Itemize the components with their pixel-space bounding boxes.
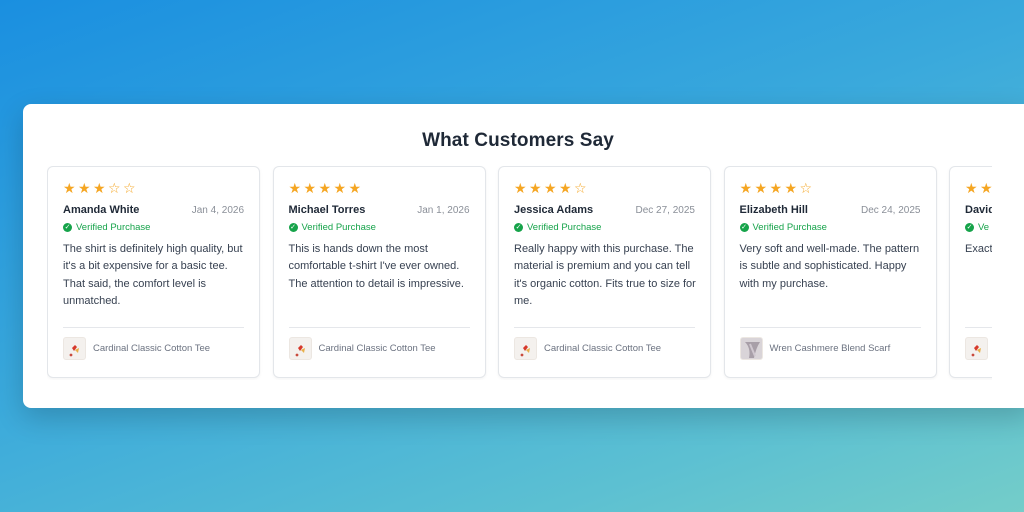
divider xyxy=(965,327,992,328)
star-rating: ★ ★ ★ ★ ☆ xyxy=(740,181,813,195)
star-filled-icon: ★ xyxy=(63,180,76,196)
star-empty-icon: ☆ xyxy=(799,180,813,196)
verified-label: Verified Purchase xyxy=(301,222,376,233)
star-rating: ★★☆☆☆ xyxy=(965,181,992,195)
star-filled-icon: ★ xyxy=(559,180,572,196)
star-filled-icon: ★ xyxy=(965,180,978,196)
star-filled-icon: ★ xyxy=(529,180,542,196)
check-circle-icon: ✓ xyxy=(739,223,749,232)
star-filled-icon: ★ xyxy=(544,180,557,196)
verified-label: Verified Purchase xyxy=(527,222,602,233)
review-text: Very soft and well-made. The pattern is … xyxy=(739,243,920,290)
reviews-carousel[interactable]: ★ ★ ★ ☆ ☆ Amanda White Jan 4, 2026 ✓ Verified Pu… xyxy=(47,166,992,380)
product-link[interactable]: Cardinal Classic Cotton Tee xyxy=(514,337,661,360)
check-circle-icon: ✓ xyxy=(288,223,298,232)
product-name: Wren Cashmere Blend Scarf xyxy=(769,343,891,354)
reviewer-name: Jessica Adams xyxy=(514,204,594,216)
star-filled-icon: ★ xyxy=(348,180,362,196)
section-title: What Customers Say xyxy=(422,130,614,151)
product-link[interactable] xyxy=(965,337,992,360)
star-rating: ★ ★ ★ ☆ ☆ xyxy=(63,181,136,195)
star-filled-icon: ★ xyxy=(78,180,91,196)
product-name: Cardinal Classic Cotton Tee xyxy=(93,343,211,354)
star-empty-icon: ☆ xyxy=(574,180,587,196)
verified-badge: ✓ Verified Purchase xyxy=(739,222,827,233)
review-card: ★ ★ ★ ☆ ☆ Amanda White Jan 4, 2026 ✓ Verified Pu… xyxy=(47,166,260,378)
divider xyxy=(514,327,695,328)
verified-label: Ve xyxy=(978,222,990,233)
product-link[interactable]: Wren Cashmere Blend Scarf xyxy=(739,337,891,360)
wren-scarf-thumbnail xyxy=(739,337,763,360)
star-filled-icon: ★ xyxy=(288,180,302,196)
reviewer-name: Michael Torres xyxy=(288,204,366,216)
star-rating: ★ ★ ★ ★ ★ xyxy=(289,181,362,195)
star-filled-icon: ★ xyxy=(980,180,992,196)
star-empty-icon: ☆ xyxy=(108,180,121,196)
review-card: ★ ★ ★ ★ ☆ Elizabeth Hill Dec 24, 2025 ✓ Verified… xyxy=(723,166,937,378)
review-text: This is hands down the most comfortable … xyxy=(288,243,464,290)
review-date: Dec 27, 2025 xyxy=(635,205,696,216)
verified-badge: ✓ Verified Purchase xyxy=(288,222,376,233)
check-circle-icon: ✓ xyxy=(514,223,523,232)
star-filled-icon: ★ xyxy=(769,180,783,196)
reviews-panel: What Customers Say ★ ★ ★ ☆ ☆ Amanda White Jan … xyxy=(23,104,1024,408)
verified-badge: ✓ Verified Purchase xyxy=(63,222,150,233)
reviewer-name: David xyxy=(965,204,992,216)
star-filled-icon: ★ xyxy=(333,180,347,196)
reviewer-name: Amanda White xyxy=(63,204,140,216)
star-filled-icon: ★ xyxy=(514,180,527,196)
review-text: The shirt is definitely high quality, bu… xyxy=(63,243,243,307)
star-empty-icon: ☆ xyxy=(123,180,136,196)
cardinal-tee-thumbnail xyxy=(288,337,312,360)
cardinal-tee-thumbnail xyxy=(965,337,988,360)
product-link[interactable]: Cardinal Classic Cotton Tee xyxy=(288,337,436,360)
review-card: ★★☆☆☆ David ✓ Ve Exact Comf desig Alrea xyxy=(949,166,992,378)
star-filled-icon: ★ xyxy=(93,180,106,196)
divider xyxy=(739,327,921,328)
review-card: ★ ★ ★ ★ ★ Michael Torres Jan 1, 2026 ✓ Verified … xyxy=(272,166,486,378)
review-card: ★ ★ ★ ★ ☆ Jessica Adams Dec 27, 2025 ✓ Verified … xyxy=(498,166,711,378)
review-text: Really happy with this purchase. The mat… xyxy=(514,243,696,307)
divider xyxy=(63,327,244,328)
product-name: Cardinal Classic Cotton Tee xyxy=(544,343,662,354)
star-filled-icon: ★ xyxy=(739,180,753,196)
reviews-track: ★ ★ ★ ☆ ☆ Amanda White Jan 4, 2026 ✓ Verified Pu… xyxy=(47,166,992,380)
check-circle-icon: ✓ xyxy=(63,223,72,232)
cardinal-tee-thumbnail xyxy=(63,337,86,360)
verified-label: Verified Purchase xyxy=(76,222,151,233)
star-rating: ★ ★ ★ ★ ☆ xyxy=(514,181,587,195)
star-filled-icon: ★ xyxy=(754,180,768,196)
review-text: Exact Comf desig Alrea xyxy=(965,243,992,255)
review-date: Dec 24, 2025 xyxy=(861,205,921,216)
product-link[interactable]: Cardinal Classic Cotton Tee xyxy=(63,337,210,360)
reviewer-name: Elizabeth Hill xyxy=(739,204,808,216)
verified-label: Verified Purchase xyxy=(752,222,827,233)
check-circle-icon: ✓ xyxy=(965,223,974,232)
review-date: Jan 1, 2026 xyxy=(417,205,470,216)
review-date: Jan 4, 2026 xyxy=(191,205,244,216)
star-filled-icon: ★ xyxy=(303,180,317,196)
star-filled-icon: ★ xyxy=(784,180,798,196)
divider xyxy=(288,327,470,328)
star-filled-icon: ★ xyxy=(318,180,332,196)
cardinal-tee-thumbnail xyxy=(514,337,537,360)
verified-badge: ✓ Ve xyxy=(965,222,989,233)
verified-badge: ✓ Verified Purchase xyxy=(514,222,601,233)
product-name: Cardinal Classic Cotton Tee xyxy=(318,343,436,354)
